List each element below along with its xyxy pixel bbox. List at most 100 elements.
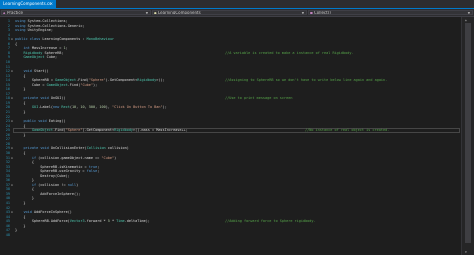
code-line[interactable]: 1 using System.Collections; <box>0 19 474 23</box>
code-comment: //Assigning to SphereRB so we don't have… <box>225 78 388 83</box>
code-line[interactable]: 36 } <box>0 178 474 182</box>
class-icon: ● <box>154 11 157 15</box>
code-line[interactable]: 44 { <box>0 215 474 219</box>
line-number: 32 <box>5 160 10 165</box>
code-line[interactable]: 45 SphereRB.AddForce(Vector3.forward * 5… <box>0 219 474 223</box>
code-line[interactable]: 38 { <box>0 187 474 191</box>
code-line[interactable]: 8 Rigidbody SphereRB;//A variable is cre… <box>0 51 474 55</box>
code-line[interactable]: 48 <box>0 233 474 237</box>
code-line[interactable]: 28 <box>0 142 474 146</box>
code-editor[interactable]: 1 using System.Collections; 2 using System.… <box>0 17 474 255</box>
code-line[interactable]: 30 { <box>0 151 474 155</box>
line-number: 48 <box>5 232 10 237</box>
code-line[interactable]: 18 ⊟ private void OnGUI()//Use to print m… <box>0 96 474 100</box>
line-number: 4 <box>7 32 10 37</box>
code-line[interactable]: 33 SphereRB.isKinematic = true; <box>0 165 474 169</box>
code-text: { <box>15 150 26 155</box>
close-icon[interactable]: × <box>50 0 53 8</box>
code-line[interactable]: 43 ⊟ void AddForceInSphere() <box>0 210 474 214</box>
collapse-toggle-icon[interactable]: ⊟ <box>11 37 13 41</box>
code-text: { <box>15 73 26 78</box>
document-tab-strip: LearningComponents.cs × <box>0 0 474 9</box>
vertical-scrollbar[interactable]: ▲ ▼ <box>461 17 474 255</box>
scroll-up-icon[interactable]: ▲ <box>465 18 467 22</box>
code-line[interactable]: 5 ⊟ public class LearningComponents : Mono… <box>0 37 474 41</box>
line-number: 42 <box>5 205 10 210</box>
line-number: 20 <box>5 105 10 110</box>
method-icon: ■ <box>310 11 313 15</box>
code-line[interactable]: 29 ⊟ private void OnCollisionEnter(Collis… <box>0 146 474 150</box>
code-line[interactable]: 19 { <box>0 101 474 105</box>
code-line[interactable]: 26 } <box>0 133 474 137</box>
code-line[interactable]: 37 ⊟ if (collision != null) <box>0 183 474 187</box>
collapse-toggle-icon[interactable]: ⊟ <box>11 96 13 100</box>
line-number: 33 <box>5 164 10 169</box>
line-number: 13 <box>5 73 10 78</box>
line-number: 6 <box>7 41 10 46</box>
collapse-toggle-icon[interactable]: ⊟ <box>11 146 13 150</box>
line-number: 22 <box>5 114 10 119</box>
code-line[interactable]: 7 int MassIncrease = 1; <box>0 46 474 50</box>
code-text: } <box>15 178 34 183</box>
project-dropdown[interactable]: ◆ Practice ▼ <box>1 10 151 15</box>
line-number: 21 <box>5 110 10 114</box>
code-text: { <box>15 214 26 219</box>
collapse-toggle-icon[interactable]: ⊟ <box>11 210 13 214</box>
code-line[interactable]: 46 } <box>0 224 474 228</box>
navigation-bar: ◆ Practice ▼ ● LearningComponents ▼ ■ Co… <box>0 9 474 17</box>
code-line[interactable]: 42 <box>0 206 474 210</box>
line-number: 8 <box>7 50 10 55</box>
code-line[interactable]: 47} <box>0 228 474 232</box>
code-line[interactable]: 4 <box>0 33 474 37</box>
code-line[interactable]: 3 using UnityEngine; <box>0 28 474 32</box>
line-number: 36 <box>5 178 10 183</box>
code-text: SphereRB.isKinematic = true; <box>15 164 100 169</box>
code-line[interactable]: 16 } <box>0 87 474 91</box>
collapse-toggle-icon[interactable]: ⊟ <box>11 183 13 187</box>
collapse-toggle-icon[interactable]: ⊟ <box>11 119 13 123</box>
code-line[interactable]: 27 <box>0 137 474 141</box>
code-line[interactable]: 34 SphereRB.useGravity = false; <box>0 169 474 173</box>
code-line[interactable]: 41 } <box>0 201 474 205</box>
document-tab[interactable]: LearningComponents.cs × <box>0 0 56 8</box>
code-comment: //Adding forward force to Sphere rigidbo… <box>225 219 316 224</box>
code-line[interactable]: 35 Destroy(Cube); <box>0 174 474 178</box>
line-number: 46 <box>5 223 10 228</box>
code-line[interactable]: 21 } <box>0 110 474 114</box>
code-text: using System.Collections; <box>15 19 68 23</box>
chevron-down-icon: ▼ <box>145 11 148 15</box>
member-dropdown-label: Collect() <box>314 10 331 15</box>
scroll-thumb[interactable] <box>465 23 471 243</box>
code-text: using UnityEngine; <box>15 28 53 33</box>
code-line[interactable]: 11 <box>0 65 474 69</box>
line-number: 5 <box>7 37 10 42</box>
scroll-down-icon[interactable]: ▼ <box>465 250 467 254</box>
collapse-toggle-icon[interactable]: ⊟ <box>11 156 13 160</box>
member-dropdown[interactable]: ■ Collect() ▼ <box>308 10 473 15</box>
code-line[interactable]: 25 GameObject.Find("Sphere").GetComponen… <box>0 127 474 133</box>
line-number: 24 <box>5 123 10 128</box>
code-line[interactable]: 20 GUI.Label(new Rect(10, 10, 500, 100),… <box>0 105 474 109</box>
code-line[interactable]: 32 { <box>0 160 474 164</box>
collapse-toggle-icon[interactable]: ⊟ <box>11 69 13 73</box>
code-line[interactable]: 9 GameObject Cube; <box>0 55 474 59</box>
code-line[interactable]: 31 ⊟ if (collision.gameObject.name == "Cu… <box>0 156 474 160</box>
code-comment: //A variable is created to make a instan… <box>225 50 354 55</box>
class-dropdown[interactable]: ● LearningComponents ▼ <box>152 10 307 15</box>
code-line[interactable]: 22 <box>0 115 474 119</box>
code-line[interactable]: 40 } <box>0 196 474 200</box>
code-line[interactable]: 6{ <box>0 42 474 46</box>
code-line[interactable]: 13 { <box>0 74 474 78</box>
line-number: 16 <box>5 87 10 92</box>
code-line[interactable]: 15 Cube = GameObject.Find("Cube"); <box>0 83 474 87</box>
line-number: 9 <box>7 55 10 60</box>
code-line[interactable]: 2 using System.Collections.Generic; <box>0 24 474 28</box>
code-text: { <box>15 160 34 165</box>
code-line[interactable]: 17 <box>0 92 474 96</box>
code-line[interactable]: 39 AddForceInSphere(); <box>0 192 474 196</box>
code-line[interactable]: 10 <box>0 60 474 64</box>
code-line[interactable]: 23 ⊟ public void Eating() <box>0 119 474 123</box>
code-line[interactable]: 12 ⊟ void Start() <box>0 69 474 73</box>
csharp-project-icon: ◆ <box>3 11 6 15</box>
code-line[interactable]: 14 SphereRB = GameObject.Find("Sphere").… <box>0 78 474 82</box>
